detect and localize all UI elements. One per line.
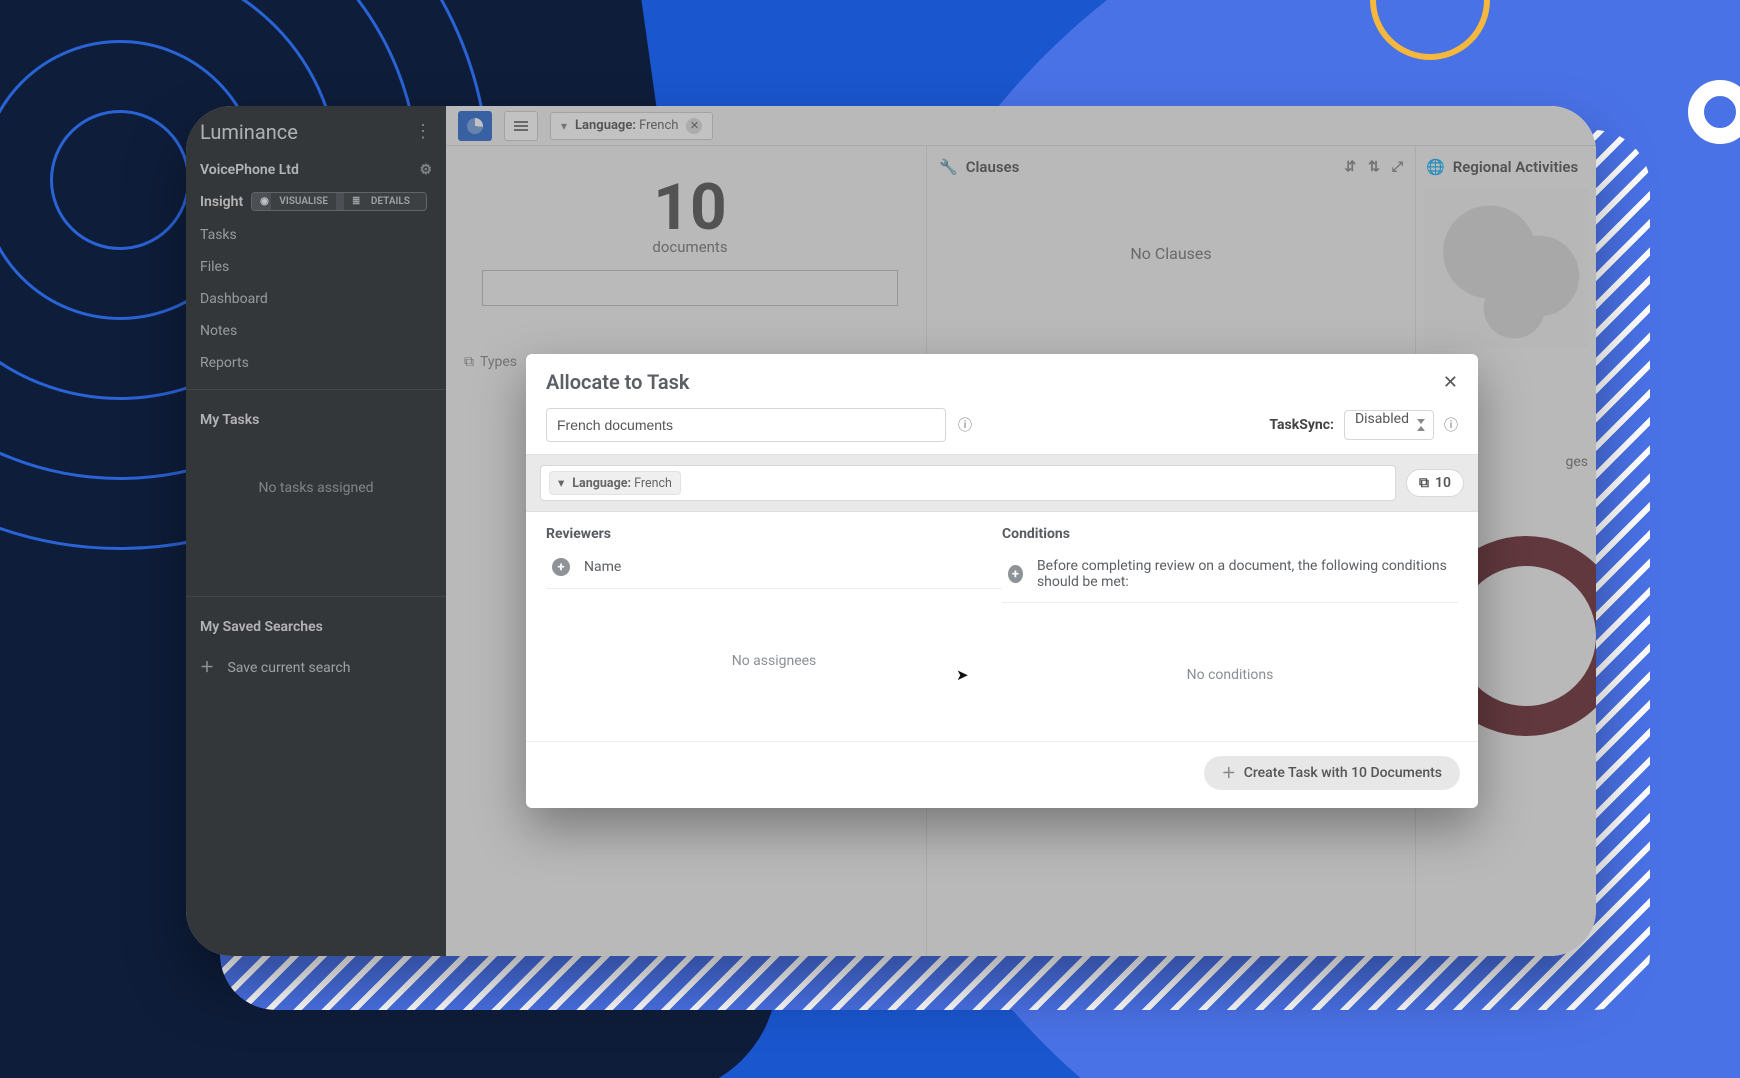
tasksync-value: Disabled <box>1355 411 1409 427</box>
reviewers-column: Reviewers + Name No assignees <box>546 526 1002 737</box>
modal-title: Allocate to Task <box>546 370 689 394</box>
app-window: Luminance ⋮ VoicePhone Ltd ⚙ Insight ◉ V… <box>186 106 1596 956</box>
plus-icon: ＋ <box>1222 763 1236 783</box>
doc-count: 10 <box>1435 475 1451 491</box>
conditions-heading: Conditions <box>1002 526 1458 542</box>
tasksync-select[interactable]: Disabled <box>1344 410 1434 440</box>
tasksync-label: TaskSync: <box>1269 417 1334 433</box>
add-reviewer-icon[interactable]: + <box>552 558 570 576</box>
reviewers-empty: No assignees <box>546 653 1002 669</box>
funnel-icon: ▾ <box>558 475 564 491</box>
reviewers-heading: Reviewers <box>546 526 1002 542</box>
create-task-button[interactable]: ＋ Create Task with 10 Documents <box>1204 756 1460 790</box>
stage: Luminance ⋮ VoicePhone Ltd ⚙ Insight ◉ V… <box>0 0 1740 1078</box>
create-task-label: Create Task with 10 Documents <box>1244 765 1442 781</box>
modal-close-icon[interactable]: ✕ <box>1443 372 1458 393</box>
doc-count-pill[interactable]: ⧉ 10 <box>1406 469 1464 497</box>
modal-filter-chip[interactable]: ▾ Language: French <box>549 471 681 495</box>
conditions-column: Conditions + Before completing review on… <box>1002 526 1458 737</box>
modal-filter-label: Language: <box>572 476 631 491</box>
copy-icon: ⧉ <box>1419 475 1429 491</box>
task-name-info-icon[interactable]: ⓘ <box>958 415 972 435</box>
tasksync-info-icon[interactable]: ⓘ <box>1444 415 1458 435</box>
add-condition-icon[interactable]: + <box>1008 565 1023 583</box>
conditions-lead: Before completing review on a document, … <box>1037 558 1456 590</box>
modal-filter-container[interactable]: ▾ Language: French <box>540 465 1396 501</box>
conditions-empty: No conditions <box>1002 667 1458 683</box>
task-name-input[interactable] <box>546 408 946 442</box>
modal-filter-bar: ▾ Language: French ⧉ 10 <box>526 454 1478 512</box>
reviewers-name-label: Name <box>584 559 621 575</box>
allocate-task-modal: Allocate to Task ✕ ⓘ TaskSync: Disabled … <box>526 354 1478 808</box>
modal-filter-value: French <box>634 476 672 491</box>
